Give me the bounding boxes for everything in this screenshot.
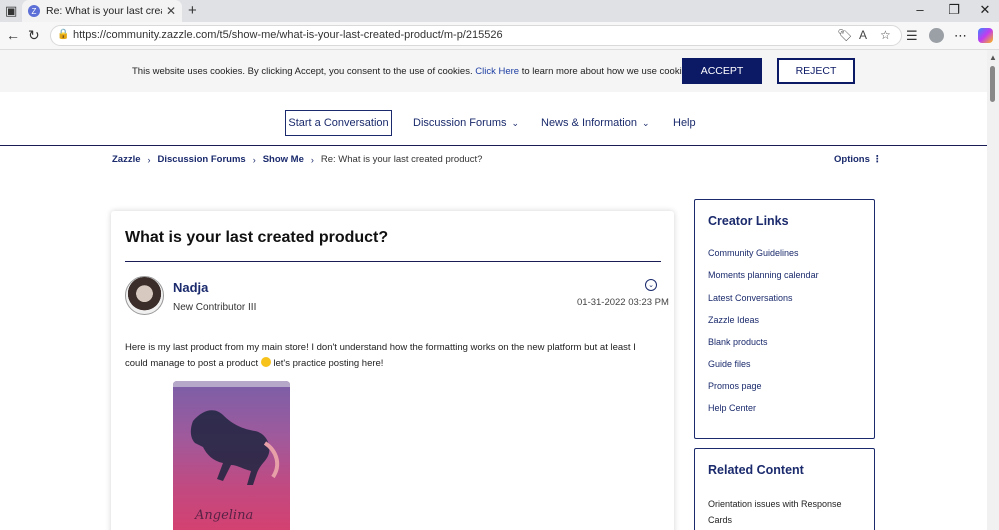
chevron-down-icon: ⌄: [641, 118, 650, 128]
related-content-title: Related Content: [708, 463, 804, 477]
nav-help[interactable]: Help: [673, 117, 696, 129]
refresh-icon[interactable]: ↻: [28, 27, 40, 44]
url-field[interactable]: 🔒 https://community.zazzle.com/t5/show-m…: [50, 25, 902, 46]
author-avatar[interactable]: [125, 276, 164, 315]
breadcrumb-show-me[interactable]: Show Me: [263, 154, 304, 165]
close-window-icon[interactable]: ✕: [975, 2, 995, 18]
copilot-icon[interactable]: [978, 28, 993, 43]
browser-tabstrip: ▣ Z Re: What is your last created produ …: [0, 0, 999, 22]
related-content-panel: Related Content Orientation issues with …: [694, 448, 875, 530]
nav-discussion-forums-label: Discussion Forums: [413, 117, 507, 129]
restore-icon[interactable]: ❐: [944, 2, 964, 18]
breadcrumb-discussion-forums[interactable]: Discussion Forums: [158, 154, 246, 165]
smiley-emoji-icon: [260, 357, 271, 367]
close-tab-icon[interactable]: ✕: [166, 4, 176, 18]
profile-avatar[interactable]: [929, 28, 944, 43]
breadcrumb: Zazzle › Discussion Forums › Show Me › R…: [112, 154, 482, 165]
link-community-guidelines[interactable]: Community Guidelines: [708, 248, 799, 258]
read-aloud-icon[interactable]: A: [859, 28, 867, 42]
address-bar-row: ← ↻ 🔒 https://community.zazzle.com/t5/sh…: [0, 22, 999, 50]
scroll-up-icon[interactable]: ▲: [989, 53, 997, 62]
browser-tab[interactable]: Z Re: What is your last created produ ✕: [22, 0, 182, 22]
link-guide-files[interactable]: Guide files: [708, 359, 751, 369]
link-zazzle-ideas[interactable]: Zazzle Ideas: [708, 315, 759, 325]
accept-button[interactable]: ACCEPT: [682, 58, 762, 84]
cookie-text-after: to learn more about how we use cookies.: [521, 66, 695, 77]
creator-links-panel: Creator Links Community Guidelines Momen…: [694, 199, 875, 439]
nav-discussion-forums[interactable]: Discussion Forums ⌄: [413, 117, 519, 129]
site-navigation: Start a Conversation Discussion Forums ⌄ …: [0, 100, 987, 146]
chevron-right-icon: ›: [252, 154, 256, 165]
post-title: What is your last created product?: [125, 229, 389, 246]
reject-button[interactable]: REJECT: [777, 58, 855, 84]
options-label: Options: [834, 154, 870, 165]
chevron-right-icon: ›: [310, 154, 314, 165]
favicon-icon: Z: [28, 5, 40, 17]
scroll-thumb[interactable]: [990, 66, 995, 102]
post-card: What is your last created product? Nadja…: [111, 211, 674, 530]
author-name[interactable]: Nadja: [173, 280, 208, 295]
creator-links-title: Creator Links: [708, 214, 789, 228]
link-moments-planning-calendar[interactable]: Moments planning calendar: [708, 270, 819, 280]
new-tab-icon[interactable]: +: [188, 3, 197, 19]
breadcrumb-zazzle[interactable]: Zazzle: [112, 154, 141, 165]
post-body: Here is my last product from my main sto…: [125, 340, 655, 372]
tab-title: Re: What is your last created produ: [46, 5, 162, 17]
cookie-banner: This website uses cookies. By clicking A…: [0, 50, 987, 92]
start-conversation-button[interactable]: Start a Conversation: [285, 110, 392, 136]
breadcrumb-current: Re: What is your last created product?: [320, 154, 483, 165]
minimize-icon[interactable]: –: [910, 2, 930, 17]
divider: [125, 261, 661, 262]
options-menu[interactable]: Options ⋮: [834, 154, 882, 165]
link-help-center[interactable]: Help Center: [708, 403, 756, 413]
related-item[interactable]: Orientation issues with Response Cards: [708, 496, 858, 528]
more-options-icon[interactable]: ⋯: [954, 28, 967, 44]
vertical-scrollbar[interactable]: ▲: [987, 50, 999, 530]
post-options-chevron-icon[interactable]: ⌄: [645, 279, 657, 291]
lock-icon: 🔒: [57, 29, 70, 40]
favorites-icon[interactable]: ☰: [906, 28, 918, 44]
link-latest-conversations[interactable]: Latest Conversations: [708, 293, 793, 303]
product-image[interactable]: Angelina: [173, 381, 290, 530]
kebab-menu-icon: ⋮: [872, 154, 883, 165]
tag-icon[interactable]: 🏷: [837, 28, 852, 42]
url-text: https://community.zazzle.com/t5/show-me/…: [73, 29, 503, 41]
cookie-message: This website uses cookies. By clicking A…: [132, 66, 694, 77]
chevron-right-icon: ›: [147, 154, 151, 165]
product-image-text: Angelina: [195, 508, 254, 523]
post-date: 01-31-2022 03:23 PM: [577, 297, 669, 308]
post-body-text-2: let's practice posting here!: [273, 358, 384, 369]
nav-news-information-label: News & Information: [541, 117, 637, 129]
favorite-star-icon[interactable]: ☆: [880, 28, 891, 42]
link-blank-products[interactable]: Blank products: [708, 337, 768, 347]
link-promos-page[interactable]: Promos page: [708, 381, 762, 391]
cookie-click-here-link[interactable]: Click Here: [475, 66, 519, 77]
nav-news-information[interactable]: News & Information ⌄: [541, 117, 650, 129]
author-rank: New Contributor III: [173, 302, 257, 313]
chevron-down-icon: ⌄: [511, 118, 520, 128]
sidebar-toggle-icon[interactable]: ▣: [5, 3, 17, 19]
cookie-text-before: This website uses cookies. By clicking A…: [132, 66, 473, 77]
back-icon[interactable]: ←: [6, 27, 20, 43]
